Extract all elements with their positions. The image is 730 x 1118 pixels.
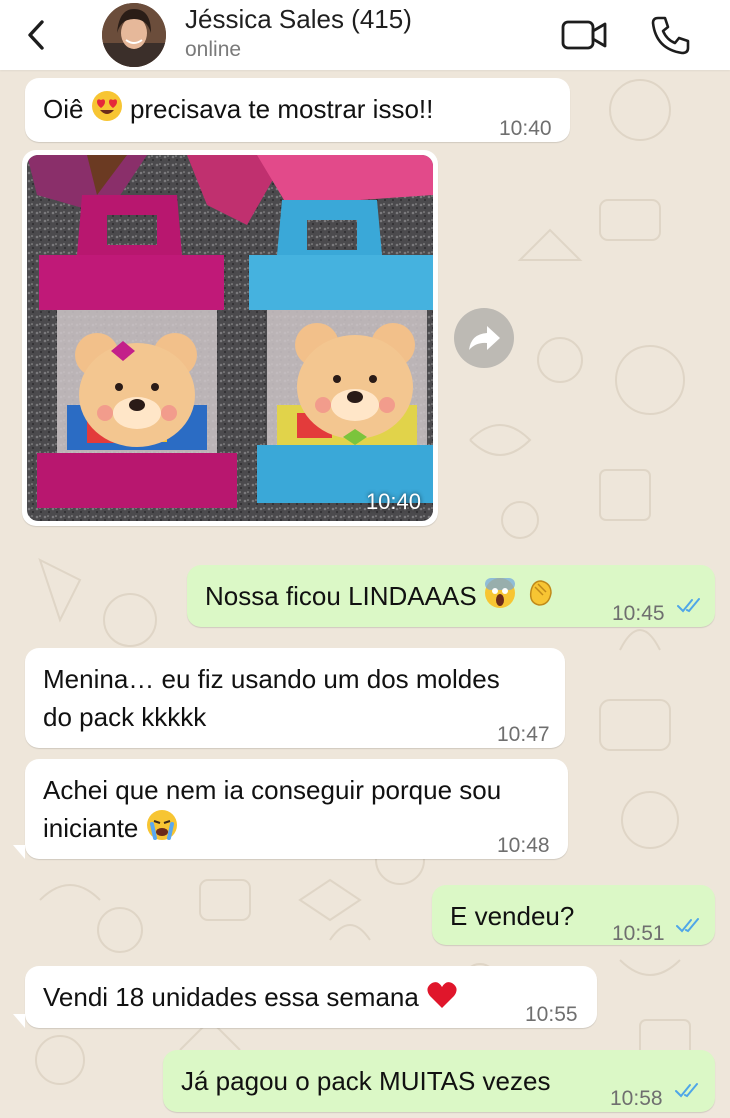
media-time: 10:40: [365, 489, 421, 514]
message-time: 10:47: [497, 723, 550, 746]
message-bubble[interactable]: Oiê precisava te mostrar isso!! 10:40: [25, 78, 570, 142]
double-check-icon: [677, 598, 700, 613]
message-text: Menina… eu fiz usando um dos moldes do p…: [43, 664, 500, 732]
shared-photo[interactable]: 10:40: [27, 155, 433, 521]
heart-eyes-emoji: [91, 91, 122, 121]
back-button[interactable]: [18, 14, 58, 56]
contact-name[interactable]: Jéssica Sales (415): [185, 4, 412, 35]
avatar[interactable]: [102, 3, 166, 67]
clapping-hands-emoji: [530, 580, 552, 606]
forward-button[interactable]: [454, 308, 514, 368]
message-bubble-outgoing[interactable]: E vendeu? 10:51: [432, 885, 715, 945]
message-text: Achei que nem ia conseguir porque sou in…: [43, 775, 502, 843]
message-bubble[interactable]: Vendi 18 unidades essa semana 10:55: [13, 966, 597, 1028]
message-text: Nossa ficou LINDAAAS: [205, 577, 555, 615]
voice-call-button[interactable]: [648, 13, 692, 57]
double-check-icon: [676, 918, 699, 933]
message-text: E vendeu?: [450, 901, 575, 931]
screaming-face-emoji: [484, 578, 515, 608]
message-time: 10:58: [610, 1087, 663, 1110]
message-bubble-outgoing[interactable]: Já pagou o pack MUITAS vezes 10:58: [163, 1050, 715, 1112]
message-text: Oiê precisava te mostrar isso!!: [43, 90, 433, 128]
message-time: 10:40: [499, 117, 552, 140]
message-time: 10:48: [497, 834, 550, 857]
message-bubble[interactable]: Achei que nem ia conseguir porque sou in…: [13, 759, 568, 859]
message-bubble-outgoing[interactable]: Nossa ficou LINDAAAS 10:45: [187, 565, 715, 627]
message-time: 10:55: [525, 1003, 578, 1026]
message-text: Já pagou o pack MUITAS vezes: [181, 1066, 551, 1096]
chat-header: Jéssica Sales (415) online: [0, 0, 730, 70]
contact-status: online: [185, 38, 242, 61]
back-icon: [28, 20, 44, 50]
bubble-tail: [13, 1014, 25, 1028]
red-heart-emoji: [427, 982, 457, 1008]
bubble-tail: [13, 845, 25, 859]
message-time: 10:45: [612, 602, 665, 625]
message-time: 10:51: [612, 922, 665, 945]
crying-face-emoji: [146, 810, 177, 840]
image-message[interactable]: 10:40: [22, 150, 438, 526]
message-text: Vendi 18 unidades essa semana: [43, 978, 458, 1016]
phone-icon: [651, 16, 690, 55]
double-check-icon: [675, 1083, 698, 1098]
message-bubble[interactable]: Menina… eu fiz usando um dos moldes do p…: [25, 648, 565, 748]
video-call-button[interactable]: [560, 14, 610, 56]
video-call-icon: [561, 20, 607, 50]
forward-icon: [469, 326, 500, 350]
